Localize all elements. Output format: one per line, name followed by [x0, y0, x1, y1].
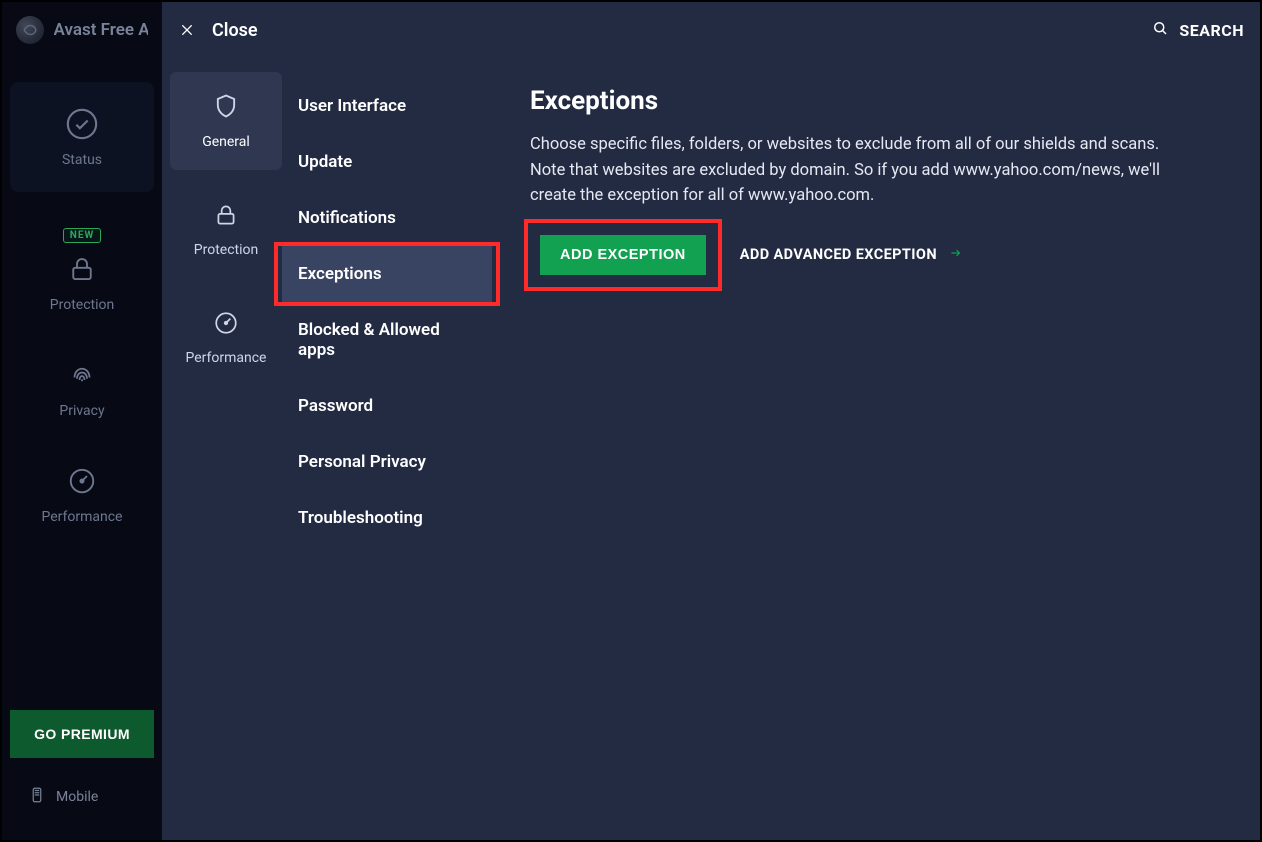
- shield-icon: [212, 92, 240, 124]
- category-label: Performance: [186, 350, 267, 366]
- nav-item-privacy[interactable]: Privacy: [2, 349, 162, 427]
- add-advanced-exception-link[interactable]: ADD ADVANCED EXCEPTION: [740, 246, 965, 264]
- add-exception-button[interactable]: ADD EXCEPTION: [540, 235, 706, 275]
- overlay-body: General Protection Performance User: [162, 58, 1260, 840]
- nav-item-status[interactable]: Status: [10, 82, 154, 192]
- new-badge: NEW: [63, 228, 101, 243]
- category-performance[interactable]: Performance: [170, 290, 282, 386]
- search-label: SEARCH: [1179, 21, 1244, 40]
- arrow-right-icon: [947, 246, 965, 264]
- close-button[interactable]: Close: [178, 20, 258, 41]
- nav-label: Privacy: [59, 403, 104, 419]
- app-brand: Avast Free A: [2, 10, 162, 62]
- nav-item-performance[interactable]: Performance: [2, 455, 162, 533]
- sub-item-password[interactable]: Password: [282, 378, 492, 434]
- avast-logo-icon: [16, 16, 44, 44]
- primary-nav-bottom: GO PREMIUM Mobile: [2, 710, 162, 832]
- lock-icon: [64, 251, 100, 287]
- add-exception-wrap: ADD EXCEPTION: [530, 225, 716, 285]
- sub-item-update[interactable]: Update: [282, 134, 492, 190]
- settings-overlay: Close SEARCH General: [162, 2, 1260, 840]
- search-icon: [1151, 19, 1169, 41]
- fingerprint-icon: [64, 357, 100, 393]
- mobile-link[interactable]: Mobile: [10, 776, 154, 818]
- gauge-icon: [213, 310, 239, 340]
- nav-item-protection[interactable]: NEW Protection: [2, 220, 162, 321]
- close-label: Close: [212, 20, 258, 41]
- mobile-label: Mobile: [56, 789, 98, 805]
- primary-nav: Avast Free A Status NEW Protection: [2, 2, 162, 840]
- page-description: Choose specific files, folders, or websi…: [530, 132, 1190, 209]
- sub-item-exceptions-wrap: Exceptions: [282, 246, 492, 302]
- gauge-icon: [64, 463, 100, 499]
- category-label: Protection: [194, 242, 258, 258]
- check-circle-icon: [64, 106, 100, 142]
- settings-category-list: General Protection Performance: [162, 58, 282, 840]
- page-title: Exceptions: [530, 86, 1208, 116]
- search-button[interactable]: SEARCH: [1151, 19, 1244, 41]
- sub-item-exceptions[interactable]: Exceptions: [282, 246, 492, 302]
- sub-item-personal-privacy[interactable]: Personal Privacy: [282, 434, 492, 490]
- category-general[interactable]: General: [170, 72, 282, 170]
- settings-content: Exceptions Choose specific files, folder…: [492, 58, 1260, 840]
- sub-item-blocked-allowed[interactable]: Blocked & Allowed apps: [282, 302, 492, 378]
- category-label: General: [202, 134, 250, 150]
- nav-label: Status: [62, 152, 102, 168]
- sub-item-notifications[interactable]: Notifications: [282, 190, 492, 246]
- add-advanced-label: ADD ADVANCED EXCEPTION: [740, 246, 937, 263]
- sub-item-troubleshooting[interactable]: Troubleshooting: [282, 490, 492, 546]
- primary-nav-list: Status NEW Protection Privacy Perfor: [2, 62, 162, 553]
- settings-sub-list: User Interface Update Notifications Exce…: [282, 58, 492, 840]
- nav-label: Performance: [42, 509, 123, 525]
- mobile-icon: [28, 784, 46, 810]
- sub-item-user-interface[interactable]: User Interface: [282, 78, 492, 134]
- app-name: Avast Free A: [54, 20, 148, 40]
- go-premium-button[interactable]: GO PREMIUM: [10, 710, 154, 758]
- action-row: ADD EXCEPTION ADD ADVANCED EXCEPTION: [530, 225, 1208, 285]
- overlay-top-bar: Close SEARCH: [162, 2, 1260, 58]
- lock-icon: [213, 202, 239, 232]
- category-protection[interactable]: Protection: [170, 182, 282, 278]
- nav-label: Protection: [50, 297, 114, 313]
- close-icon: [178, 21, 196, 39]
